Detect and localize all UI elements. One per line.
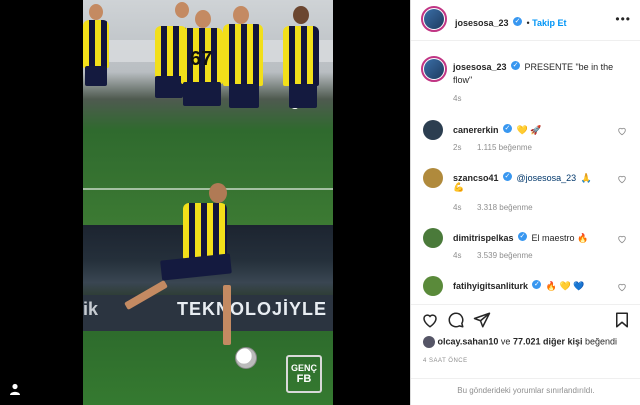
caption-text-line: josesosa_23 ✓ PRESENTE "be in the flow" — [453, 60, 623, 86]
player-shirt — [283, 26, 319, 86]
likes-joiner: ve — [500, 336, 511, 347]
likes-suffix: beğendi — [585, 336, 618, 347]
verified-icon: ✓ — [532, 280, 542, 290]
comment-time: 2s — [453, 143, 462, 152]
player-head — [89, 4, 103, 20]
photo-top-celebration: 67 3 — [83, 0, 333, 225]
comment-text: 💛 🚀 — [516, 125, 542, 135]
comment-mention[interactable]: @josesosa_23 — [516, 173, 576, 183]
player-shorts — [229, 84, 259, 108]
comments-restricted-notice: Bu gönderideki yorumlar sınırlandırıldı. — [411, 378, 640, 405]
post-header: josesosa_23 ✓ • Takip Et ••• — [411, 0, 640, 40]
heart-icon[interactable] — [617, 126, 627, 136]
post-photo[interactable]: 67 3 ik TEKNOLOJİYLE GENÇ FB — [83, 0, 333, 405]
verified-icon: ✓ — [517, 232, 527, 242]
author-avatar[interactable] — [421, 6, 447, 32]
player-shirt — [83, 20, 109, 68]
post-time[interactable]: 4 SAAT ÖNCE — [423, 358, 468, 364]
player-shorts — [85, 66, 107, 86]
screen: 67 3 ik TEKNOLOJİYLE GENÇ FB — [0, 0, 640, 405]
likes-summary: olcay.sahan10 ve 77.021 diğer kişi beğen… — [423, 336, 617, 348]
comment-text: El maestro 🔥 — [531, 233, 589, 243]
player-head — [293, 6, 309, 24]
action-bar — [411, 307, 640, 333]
comment-item: szancso41 ✓ @josesosa_23 🙏 💪 4s 3.318 be… — [411, 168, 640, 216]
comment-likes[interactable]: 1.115 beğenme — [477, 143, 532, 152]
verified-icon: ✓ — [513, 17, 522, 27]
user-icon[interactable] — [8, 382, 22, 396]
comment-time: 4s — [453, 251, 462, 260]
comment-text: 🔥 💛 💙 — [545, 281, 585, 291]
verified-icon: ✓ — [502, 124, 512, 134]
comment-item: dimitrispelkas ✓ El maestro 🔥 4s 3.539 b… — [411, 228, 640, 264]
header-divider — [411, 40, 640, 41]
player-shorts — [160, 253, 232, 281]
author-username[interactable]: josesosa_23 — [455, 18, 509, 28]
comment-text-line: fatihyigitsanliturk ✓ 🔥 💛 💙 — [453, 279, 623, 292]
share-icon[interactable] — [473, 311, 491, 329]
comment-text-line: szancso41 ✓ @josesosa_23 🙏 — [453, 171, 623, 184]
comment-text-line: canererkin ✓ 💛 🚀 — [453, 123, 623, 136]
caption: josesosa_23 ✓ PRESENTE "be in the flow" … — [411, 56, 640, 104]
player-shirt — [223, 24, 263, 86]
comment-icon[interactable] — [447, 311, 465, 329]
actions-divider — [411, 304, 640, 305]
heart-icon[interactable] — [617, 282, 627, 292]
more-options-icon[interactable]: ••• — [615, 12, 631, 26]
avatar-image — [424, 9, 444, 29]
comment-time: 4s — [453, 203, 462, 212]
verified-icon: ✓ — [511, 61, 520, 71]
football — [235, 347, 257, 369]
like-heart-icon[interactable] — [421, 311, 439, 329]
player-shorts — [183, 82, 221, 106]
caption-avatar[interactable] — [421, 56, 447, 82]
first-liker[interactable]: olcay.sahan10 — [438, 336, 499, 346]
player-head — [233, 6, 249, 24]
comment-text-extra: 💪 — [453, 182, 465, 192]
commenter-avatar[interactable] — [423, 168, 443, 188]
player-head — [175, 2, 189, 18]
comment-item: fatihyigitsanliturk ✓ 🔥 💛 💙 — [411, 276, 640, 300]
player-leg — [223, 285, 231, 345]
pitch-line — [83, 188, 333, 190]
verified-icon: ✓ — [502, 172, 512, 182]
likes-others[interactable]: 77.021 diğer kişi — [513, 336, 583, 346]
comment-username[interactable]: dimitrispelkas — [453, 233, 514, 243]
header-line: josesosa_23 ✓ • Takip Et — [455, 13, 566, 31]
player-shorts — [155, 76, 183, 98]
commenter-avatar[interactable] — [423, 228, 443, 248]
player-head — [195, 10, 211, 28]
caption-time: 4s — [453, 94, 462, 103]
comment-item: canererkin ✓ 💛 🚀 2s 1.115 beğenme — [411, 120, 640, 156]
post-details-panel: josesosa_23 ✓ • Takip Et ••• josesosa_23… — [410, 0, 640, 405]
bookmark-icon[interactable] — [613, 311, 631, 329]
watermark-line2: FB — [296, 373, 312, 385]
comment-likes[interactable]: 3.539 beğenme — [477, 251, 533, 260]
player-head — [209, 183, 227, 203]
comment-username[interactable]: canererkin — [453, 125, 499, 135]
player-shorts — [289, 84, 317, 108]
comment-text-line: dimitrispelkas ✓ El maestro 🔥 — [453, 231, 623, 244]
avatar-image — [424, 59, 444, 79]
commenter-avatar[interactable] — [423, 276, 443, 296]
comment-username[interactable]: fatihyigitsanliturk — [453, 281, 528, 291]
heart-icon[interactable] — [617, 174, 627, 184]
follow-button[interactable]: Takip Et — [532, 18, 566, 28]
caption-username[interactable]: josesosa_23 — [453, 62, 507, 72]
commenter-avatar[interactable] — [423, 120, 443, 140]
player-shirt — [183, 203, 227, 259]
watermark-logo: GENÇ FB — [286, 355, 322, 393]
ad-board-mark: ik — [83, 299, 99, 319]
shirt-number: 67 — [190, 48, 213, 70]
ad-board-text: TEKNOLOJİYLE — [177, 299, 328, 319]
heart-icon[interactable] — [617, 234, 627, 244]
comment-text: 🙏 — [580, 173, 592, 183]
liker-avatar[interactable] — [423, 336, 435, 348]
comment-likes[interactable]: 3.318 beğenme — [477, 203, 533, 212]
